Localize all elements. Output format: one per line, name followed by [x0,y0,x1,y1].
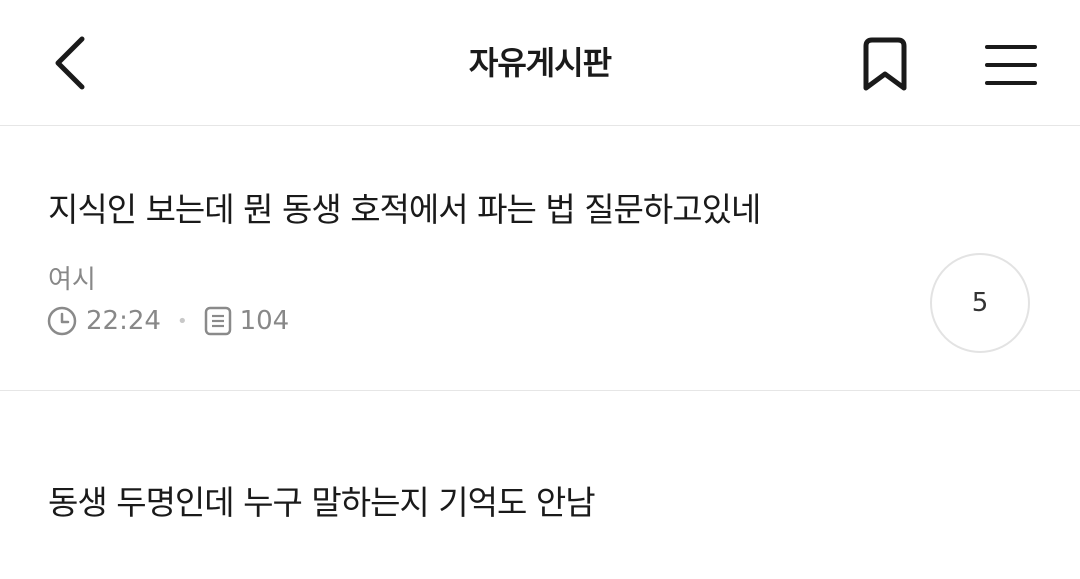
post-title: 지식인 보는데 뭔 동생 호적에서 파는 법 질문하고있네 [48,190,761,229]
page-title: 자유게시판 [468,44,612,82]
clock-icon [46,305,78,337]
menu-button[interactable] [978,32,1044,98]
post-author: 여시 [48,265,96,295]
post-meta: 22:24 • 104 [46,303,289,339]
document-icon [202,305,234,337]
bookmark-icon [863,37,907,91]
top-bar: 자유게시판 [0,0,1080,126]
post-list-item[interactable]: 동생 두명인데 누구 말하는지 기억도 안남 [0,392,1080,579]
post-title: 동생 두명인데 누구 말하는지 기억도 안남 [48,483,596,522]
back-button[interactable] [40,30,100,96]
meta-separator: • [176,310,188,332]
post-view-count: 104 [239,306,290,336]
hamburger-menu-icon [985,45,1037,85]
post-list-item[interactable]: 지식인 보는데 뭔 동생 호적에서 파는 법 질문하고있네 여시 22:24 •… [0,127,1080,391]
post-time: 22:24 [86,306,161,336]
bookmark-button[interactable] [852,32,918,98]
comment-count-badge[interactable]: 5 [930,253,1030,353]
chevron-left-icon [55,36,85,90]
app-screen: 자유게시판 지식인 보는데 뭔 동생 호적에서 파는 법 질문하고있네 여시 2… [0,0,1080,579]
